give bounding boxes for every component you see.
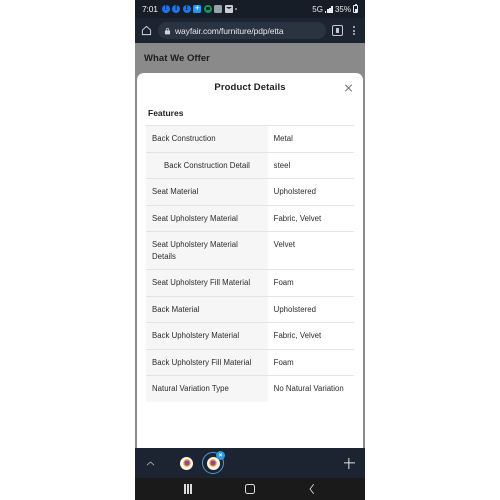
spec-value: Fabric, Velvet [267, 322, 354, 349]
more-dot-icon [235, 8, 238, 10]
letterbox-right [365, 0, 500, 500]
camera-icon [214, 5, 223, 13]
spec-value: steel [267, 152, 354, 179]
modal-body[interactable]: Features Back Construction Metal Back Co… [137, 102, 363, 448]
spec-label: Back Upholstery Fill Material [146, 349, 268, 376]
battery-icon [353, 4, 358, 13]
spec-value: Fabric, Velvet [267, 205, 354, 232]
spec-label: Seat Upholstery Material Details [146, 231, 268, 270]
modal-header: Product Details [137, 73, 363, 102]
address-bar[interactable]: wayfair.com/furniture/pdp/etta [158, 22, 326, 39]
back-chevron-icon [308, 483, 316, 495]
product-specs-body: Back Construction Metal Back Constructio… [146, 125, 354, 402]
overflow-menu-icon[interactable] [349, 26, 359, 35]
spec-value: Metal [267, 125, 354, 152]
table-row: Back Material Upholstered [146, 296, 354, 323]
table-row: Back Construction Metal [146, 125, 354, 152]
tab-thumbnails: × [180, 451, 225, 474]
tab-count-icon[interactable] [332, 25, 343, 36]
table-row: Back Construction Detail steel [146, 152, 354, 179]
spec-label: Back Upholstery Material [146, 322, 268, 349]
screenshot-root: 7:01 5G 35% [0, 0, 500, 500]
back-button[interactable] [304, 481, 320, 497]
spec-value: Upholstered [267, 178, 354, 205]
table-row: Seat Material Upholstered [146, 178, 354, 205]
recents-icon [184, 484, 192, 494]
close-icon[interactable] [342, 81, 355, 94]
features-heading: Features [148, 108, 184, 118]
status-right-cluster: 5G 35% [312, 4, 358, 14]
product-specs-table: Back Construction Metal Back Constructio… [146, 125, 354, 402]
recents-button[interactable] [180, 481, 196, 497]
browser-toolbar: wayfair.com/furniture/pdp/etta [135, 18, 365, 43]
facebook-icon [172, 4, 181, 13]
chevron-up-icon[interactable] [144, 457, 156, 469]
browser-tab-strip: × [135, 448, 365, 478]
phone-viewport: 7:01 5G 35% [135, 0, 365, 500]
status-clock: 7:01 [142, 4, 158, 14]
tab-favicon-2[interactable]: × [202, 451, 225, 474]
page-section-behind-scrim: What We Offer [135, 43, 365, 73]
table-row: Seat Upholstery Material Fabric, Velvet [146, 205, 354, 232]
android-nav-bar [135, 478, 365, 500]
network-label: 5G [312, 4, 323, 14]
spec-value: Foam [267, 349, 354, 376]
spec-label: Back Construction Detail [146, 152, 268, 179]
new-tab-icon[interactable] [342, 456, 356, 470]
page-title: Product Details [214, 82, 286, 93]
facebook-icon [161, 4, 170, 13]
table-row: Natural Variation Type No Natural Variat… [146, 375, 354, 402]
lock-icon [164, 22, 171, 39]
mail-icon [224, 5, 233, 13]
tab-close-icon[interactable]: × [216, 451, 225, 460]
url-text: wayfair.com/furniture/pdp/etta [175, 25, 284, 36]
spec-label: Natural Variation Type [146, 375, 268, 402]
home-button[interactable] [242, 481, 258, 497]
letterbox-left [0, 0, 135, 500]
spec-label: Back Construction [146, 125, 268, 152]
spec-value: Velvet [267, 231, 354, 270]
spec-value: Foam [267, 269, 354, 296]
table-row: Seat Upholstery Material Details Velvet [146, 231, 354, 270]
plus-app-icon [193, 3, 202, 14]
spec-value: No Natural Variation [267, 375, 354, 402]
spec-label: Seat Material [146, 178, 268, 205]
status-bar: 7:01 5G 35% [135, 0, 365, 18]
status-notification-icons [161, 3, 238, 14]
spec-label: Back Material [146, 296, 268, 323]
table-row: Back Upholstery Material Fabric, Velvet [146, 322, 354, 349]
tab-favicon-1[interactable] [180, 456, 193, 470]
facebook-icon [182, 4, 191, 13]
table-row: Back Upholstery Fill Material Foam [146, 349, 354, 376]
product-details-modal: Product Details Features Back Constructi… [137, 73, 363, 448]
messenger-icon [203, 5, 212, 13]
signal-strength-icon [324, 5, 333, 13]
webpage-viewport: What We Offer Product Details Features B… [135, 43, 365, 448]
spec-value: Upholstered [267, 296, 354, 323]
spec-label: Seat Upholstery Material [146, 205, 268, 232]
table-row: Seat Upholstery Fill Material Foam [146, 269, 354, 296]
home-square-icon [245, 484, 255, 494]
what-we-offer-heading: What We Offer [144, 52, 210, 64]
home-icon[interactable] [141, 25, 152, 36]
battery-percent-label: 35% [334, 4, 351, 14]
spec-label: Seat Upholstery Fill Material [146, 269, 268, 296]
